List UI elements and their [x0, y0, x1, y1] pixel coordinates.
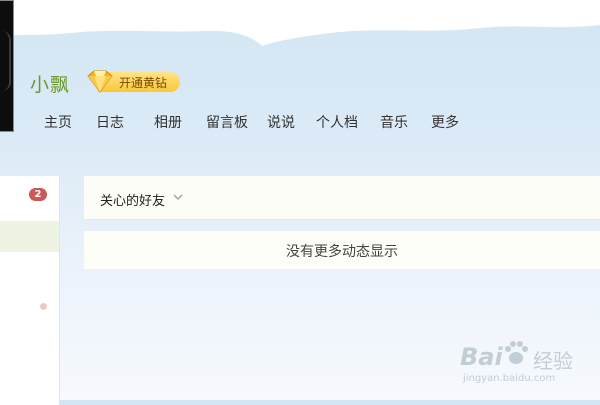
paw-icon [505, 341, 528, 364]
nav-more[interactable]: 更多 [431, 112, 459, 132]
left-sidebar: 2 [0, 175, 60, 405]
diamond-icon [87, 70, 113, 93]
nav-profile[interactable]: 个人档 [316, 112, 358, 132]
empty-message: 没有更多动态显示 [286, 244, 398, 260]
chevron-down-icon[interactable] [172, 191, 184, 203]
avatar[interactable] [0, 0, 14, 132]
unread-dot [40, 303, 47, 310]
sidebar-active-item[interactable] [0, 221, 59, 252]
feed-filter-dropdown[interactable]: 关心的好友 [100, 190, 165, 209]
baidu-jingyan-watermark: Bai 经验 jingyan.baidu.com [455, 335, 600, 390]
watermark-url: jingyan.baidu.com [463, 373, 556, 384]
notification-count-badge[interactable]: 2 [29, 188, 47, 201]
nav-blog[interactable]: 日志 [96, 112, 124, 132]
nav-message-board[interactable]: 留言板 [206, 112, 248, 132]
nav-shuoshuo[interactable]: 说说 [267, 112, 295, 132]
vip-open-button[interactable]: 开通黄钻 [84, 70, 184, 94]
vip-label: 开通黄钻 [119, 76, 168, 90]
watermark-brand-left: Bai [460, 343, 503, 371]
username[interactable]: 小飘 [30, 70, 70, 97]
header-cloud-banner [0, 0, 600, 46]
nav-music[interactable]: 音乐 [380, 112, 408, 132]
watermark-brand-right: 经验 [533, 349, 573, 373]
nav-album[interactable]: 相册 [154, 112, 182, 132]
nav-home[interactable]: 主页 [44, 112, 72, 132]
feed-empty-state: 没有更多动态显示 [84, 231, 600, 269]
feed-filter-bar: 关心的好友 [84, 176, 600, 220]
